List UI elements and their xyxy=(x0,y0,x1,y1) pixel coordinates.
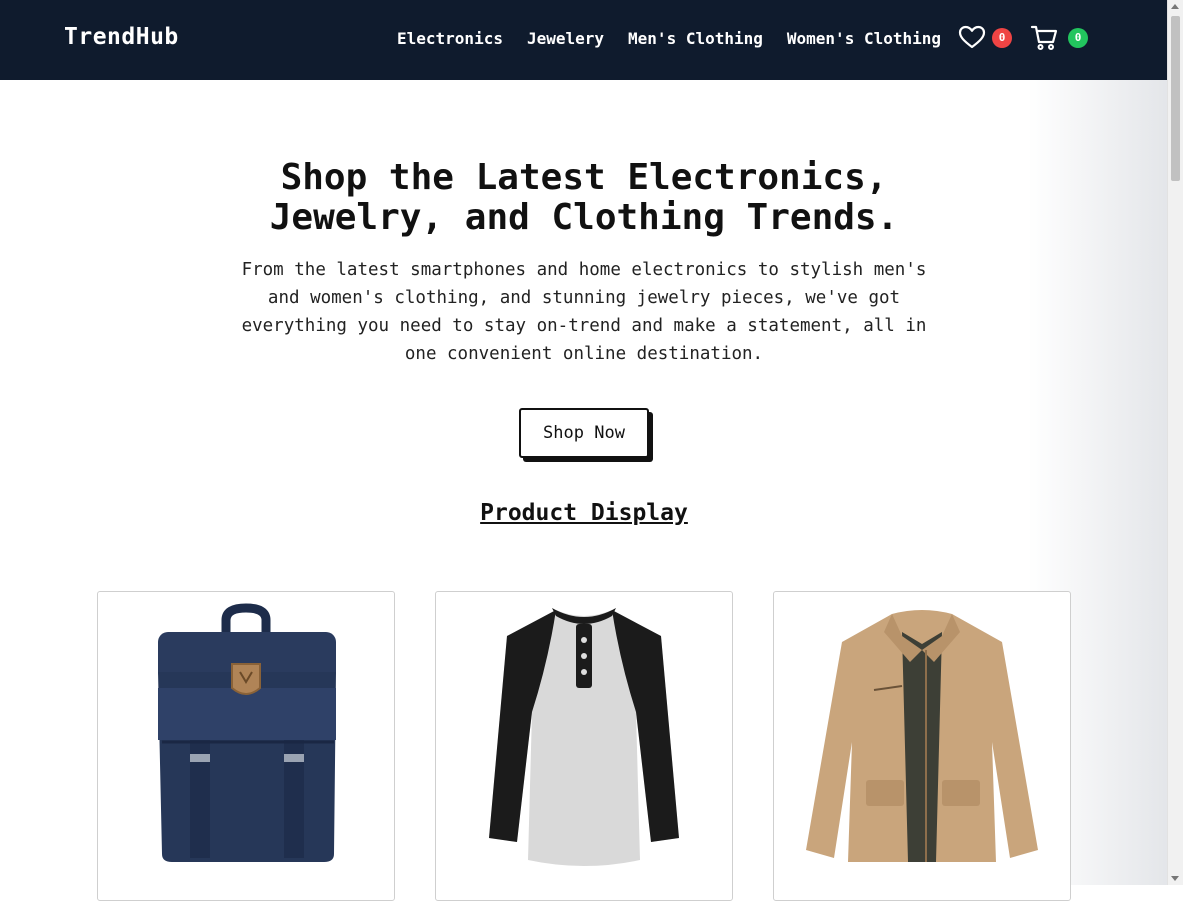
hero-description: From the latest smartphones and home ele… xyxy=(241,260,927,364)
nav-links: Electronics Jewelery Men's Clothing Wome… xyxy=(397,29,941,48)
product-display-heading: Product Display xyxy=(480,500,688,526)
jacket-image xyxy=(806,610,1038,862)
cart-icon[interactable] xyxy=(1030,24,1058,52)
scrollbar-thumb[interactable] xyxy=(1171,16,1180,181)
hero-title: Shop the Latest Electronics, Jewelry, an… xyxy=(269,157,899,238)
scroll-up-icon[interactable] xyxy=(1171,4,1179,9)
brand-logo[interactable]: TrendHub xyxy=(64,24,179,50)
top-navbar: TrendHub Electronics Jewelery Men's Clot… xyxy=(0,0,1168,80)
nav-link-womens-clothing[interactable]: Women's Clothing xyxy=(787,29,941,48)
henley-shirt-image xyxy=(489,608,679,866)
product-card[interactable] xyxy=(435,591,733,901)
product-card[interactable] xyxy=(773,591,1071,901)
scroll-down-icon[interactable] xyxy=(1171,876,1179,881)
nav-link-mens-clothing[interactable]: Men's Clothing xyxy=(628,29,763,48)
vertical-scrollbar[interactable] xyxy=(1167,0,1183,885)
product-card[interactable] xyxy=(97,591,395,901)
nav-link-electronics[interactable]: Electronics xyxy=(397,29,503,48)
nav-link-jewelery[interactable]: Jewelery xyxy=(527,29,604,48)
wishlist-count-badge: 0 xyxy=(992,28,1012,48)
cart-count-badge: 0 xyxy=(1068,28,1088,48)
heart-icon[interactable] xyxy=(958,24,986,52)
shop-now-button[interactable]: Shop Now xyxy=(519,408,649,458)
backpack-image xyxy=(158,603,336,862)
